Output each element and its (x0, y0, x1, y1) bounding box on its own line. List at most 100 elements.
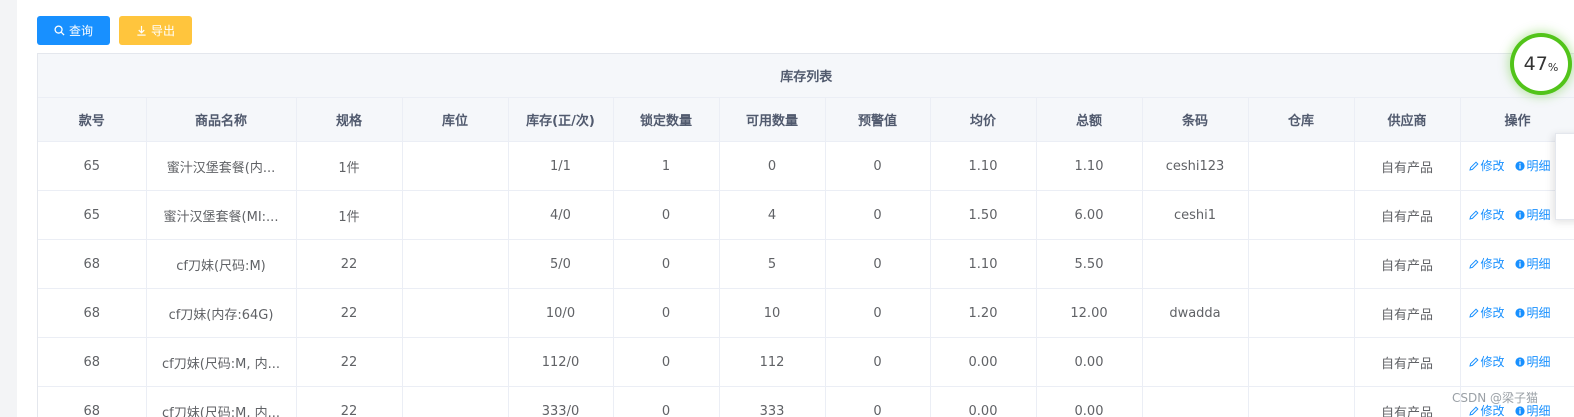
col-header[interactable]: 库位 (402, 97, 509, 142)
table-cell: 12.00 (1036, 288, 1143, 338)
col-header[interactable]: 商品名称 (146, 97, 297, 142)
table-title: 库存列表 (38, 54, 1574, 98)
table-row: 68 cf刀妹(尺码:M, 内... 22 333/0 0 333 0 0.00 0.00 自有产… (38, 386, 1574, 417)
floating-popover (1555, 133, 1574, 220)
table-cell (1248, 141, 1355, 191)
table-cell: 1件 (296, 141, 403, 191)
table-cell: 0 (825, 190, 931, 240)
detail-link[interactable]: 明细 (1514, 157, 1551, 174)
detail-link-label: 明细 (1526, 159, 1551, 174)
progress-unit: % (1547, 60, 1559, 74)
table-cell: 0.00 (1036, 337, 1143, 387)
export-button[interactable]: 导出 (119, 16, 192, 45)
col-header[interactable]: 规格 (296, 97, 403, 142)
progress-value: 47 (1523, 53, 1548, 75)
table-cell: 0.00 (930, 386, 1037, 417)
table-cell (1142, 386, 1249, 417)
table-cell: 1.10 (930, 239, 1037, 289)
detail-link[interactable]: 明细 (1514, 206, 1551, 223)
table-cell: 0 (613, 386, 720, 417)
edit-link-label: 修改 (1480, 257, 1505, 272)
table-cell: 自有产品 (1354, 141, 1461, 191)
edit-link[interactable]: 修改 (1468, 157, 1505, 174)
table-cell: 22 (296, 239, 403, 289)
table-cell: 68 (38, 337, 147, 387)
table-header-row: 款号 商品名称 规格 库位 库存(正/次) 锁定数量 可用数量 预警值 均价 总… (38, 97, 1574, 142)
table-cell: 68 (38, 288, 147, 338)
table-cell: 6.00 (1036, 190, 1143, 240)
progress-indicator: 47% (1514, 37, 1568, 91)
info-icon (1514, 406, 1525, 416)
search-icon (54, 25, 65, 36)
col-header[interactable]: 库存(正/次) (508, 97, 614, 142)
info-icon (1514, 210, 1525, 220)
table-cell: 0 (825, 239, 931, 289)
table-cell: 5 (719, 239, 826, 289)
table-cell: cf刀妹(尺码:M, 内... (146, 386, 297, 417)
table-cell: 4 (719, 190, 826, 240)
table-cell: 0 (613, 190, 720, 240)
left-margin (0, 0, 17, 417)
edit-link[interactable]: 修改 (1468, 353, 1505, 370)
table-cell: ceshi1 (1142, 190, 1249, 240)
detail-link-label: 明细 (1526, 257, 1551, 272)
table-cell (402, 190, 509, 240)
table-cell (1142, 239, 1249, 289)
table-cell: 5.50 (1036, 239, 1143, 289)
detail-link[interactable]: 明细 (1514, 304, 1551, 321)
col-header[interactable]: 预警值 (825, 97, 931, 142)
edit-link[interactable]: 修改 (1468, 255, 1505, 272)
table-cell (1248, 190, 1355, 240)
actions-cell: 修改 明细 (1460, 337, 1574, 387)
table-cell: 333/0 (508, 386, 614, 417)
edit-link-label: 修改 (1480, 355, 1505, 370)
table-cell: 10 (719, 288, 826, 338)
table-cell: 蜜汁汉堡套餐(MI:... (146, 190, 297, 240)
table-cell: 1.10 (930, 141, 1037, 191)
table-cell: 22 (296, 386, 403, 417)
table-cell: 1 (613, 141, 720, 191)
table-cell: 1.50 (930, 190, 1037, 240)
edit-link-label: 修改 (1480, 208, 1505, 223)
col-header[interactable]: 条码 (1142, 97, 1249, 142)
edit-link-label: 修改 (1480, 306, 1505, 321)
detail-link[interactable]: 明细 (1514, 255, 1551, 272)
table-cell: 112/0 (508, 337, 614, 387)
col-header[interactable]: 可用数量 (719, 97, 826, 142)
col-header[interactable]: 总额 (1036, 97, 1143, 142)
detail-link[interactable]: 明细 (1514, 353, 1551, 370)
table-cell: 蜜汁汉堡套餐(内... (146, 141, 297, 191)
table-cell (1248, 239, 1355, 289)
inventory-table: 库存列表 款号 商品名称 规格 库位 库存(正/次) 锁定数量 可用数量 预警值… (37, 53, 1574, 417)
table-cell (1248, 288, 1355, 338)
table-cell: dwadda (1142, 288, 1249, 338)
col-header[interactable]: 仓库 (1248, 97, 1355, 142)
table-cell: 0 (613, 288, 720, 338)
table-cell: 65 (38, 190, 147, 240)
table-cell: 65 (38, 141, 147, 191)
table-cell (1248, 337, 1355, 387)
col-header[interactable]: 供应商 (1354, 97, 1461, 142)
col-header[interactable]: 锁定数量 (613, 97, 720, 142)
col-header[interactable]: 均价 (930, 97, 1037, 142)
info-icon (1514, 357, 1525, 367)
pencil-icon (1468, 406, 1479, 416)
edit-link[interactable]: 修改 (1468, 304, 1505, 321)
table-cell: cf刀妹(尺码:M, 内... (146, 337, 297, 387)
table-cell (402, 337, 509, 387)
table-cell (402, 386, 509, 417)
detail-link-label: 明细 (1526, 355, 1551, 370)
table-cell: cf刀妹(内存:64G) (146, 288, 297, 338)
table-cell: 333 (719, 386, 826, 417)
actions-cell: 修改 明细 (1460, 239, 1574, 289)
query-button[interactable]: 查询 (37, 16, 110, 45)
table-row: 68 cf刀妹(内存:64G) 22 10/0 0 10 0 1.20 12.00 dwadda 自… (38, 288, 1574, 338)
pencil-icon (1468, 259, 1479, 269)
pencil-icon (1468, 161, 1479, 171)
edit-link[interactable]: 修改 (1468, 206, 1505, 223)
table-cell: 0 (719, 141, 826, 191)
table-cell: 22 (296, 288, 403, 338)
table-cell: 0.00 (930, 337, 1037, 387)
detail-link-label: 明细 (1526, 208, 1551, 223)
col-header[interactable]: 款号 (38, 97, 147, 142)
